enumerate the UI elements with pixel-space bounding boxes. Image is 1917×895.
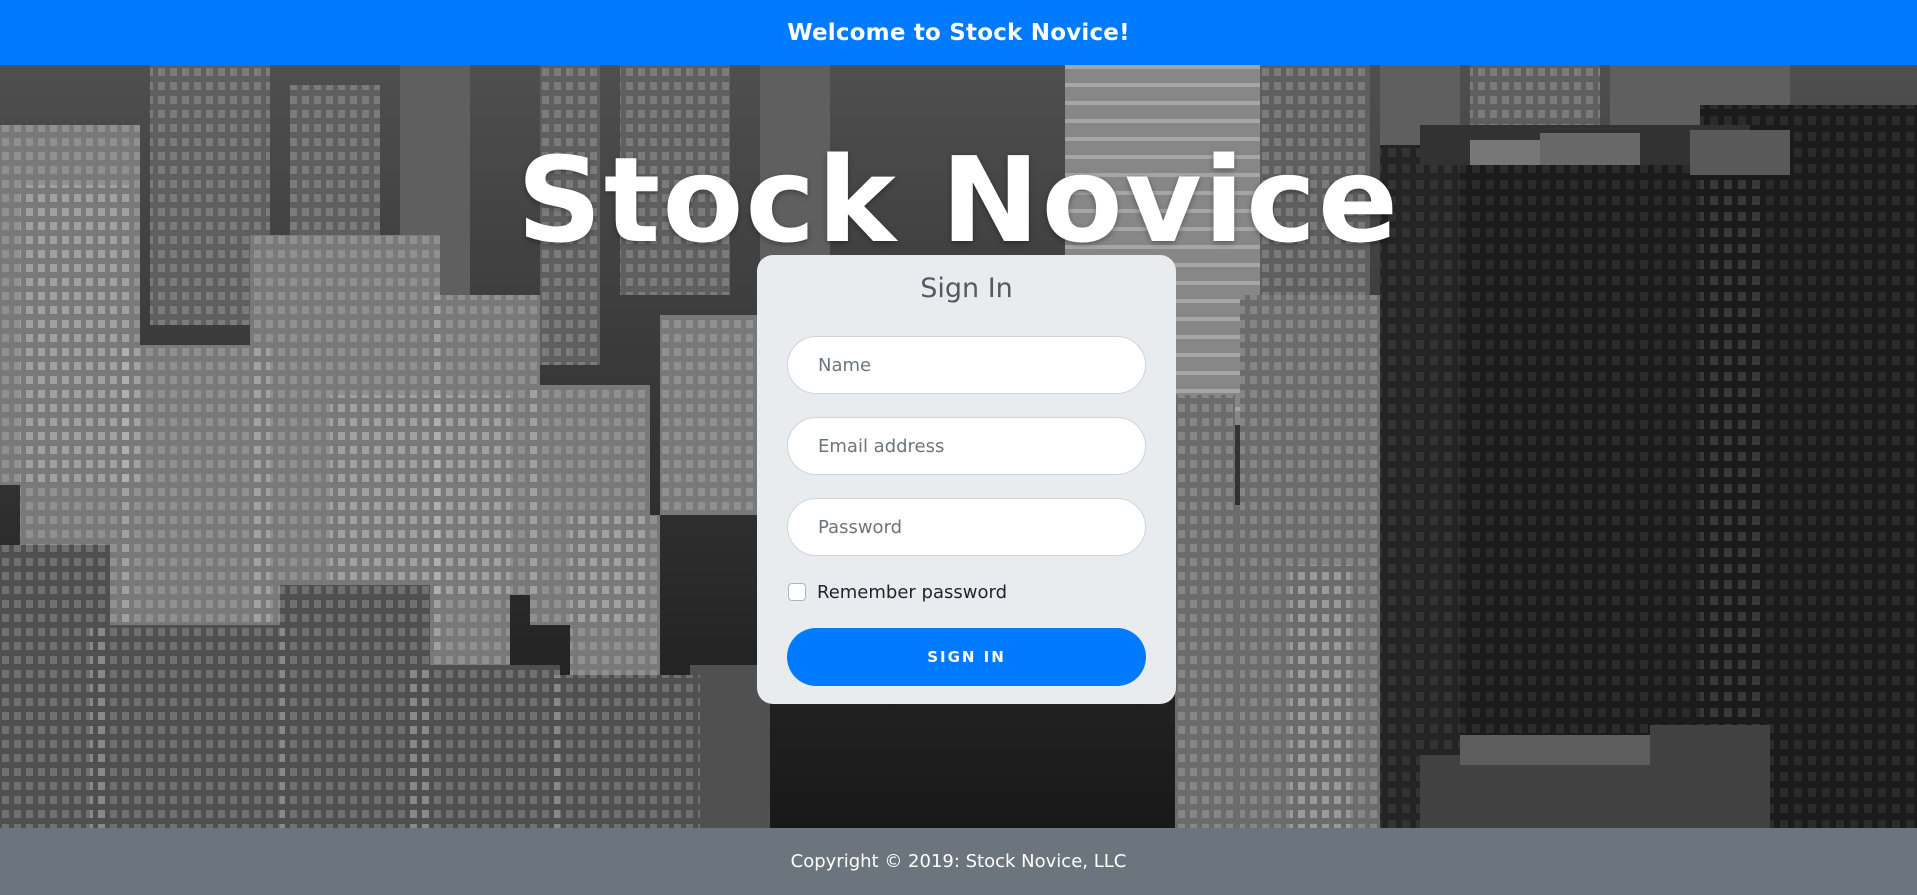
email-input[interactable] [787, 417, 1146, 475]
sign-in-card: Sign In Remember password SIGN IN [757, 255, 1176, 704]
remember-password-label[interactable]: Remember password [817, 582, 1007, 603]
footer: Copyright © 2019: Stock Novice, LLC [0, 828, 1917, 895]
hero-title: Stock Novice [516, 131, 1401, 269]
name-input[interactable] [787, 336, 1146, 394]
welcome-banner: Welcome to Stock Novice! [0, 0, 1917, 65]
sign-in-button[interactable]: SIGN IN [787, 628, 1146, 686]
welcome-banner-text: Welcome to Stock Novice! [787, 19, 1130, 46]
password-input[interactable] [787, 498, 1146, 556]
page: Welcome to Stock Novice! Stock Novice Si… [0, 0, 1917, 895]
copyright-text: Copyright © 2019: Stock Novice, LLC [790, 851, 1127, 872]
sign-in-title: Sign In [920, 273, 1013, 304]
remember-password-row: Remember password [787, 580, 1146, 604]
remember-password-checkbox[interactable] [788, 583, 806, 601]
